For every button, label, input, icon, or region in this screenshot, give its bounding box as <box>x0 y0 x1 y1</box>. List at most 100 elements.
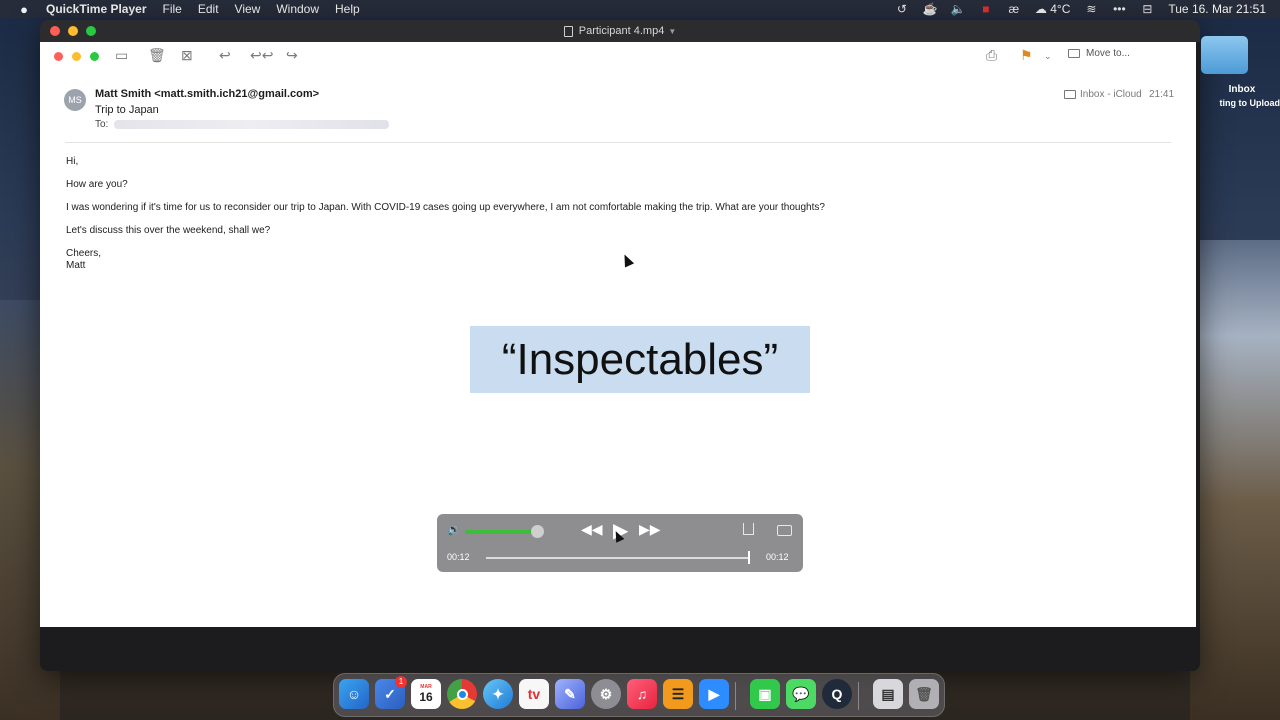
volume-icon[interactable]: 🔉 <box>447 523 461 536</box>
menu-help[interactable]: Help <box>335 2 360 16</box>
quicktime-window: Participant 4.mp4 ▼ ▭ 🗑 ⊠ ↩ ↩↩ ↪ ⎙ ⚑ ⌄ M… <box>40 20 1200 671</box>
calendar-day: 16 <box>419 690 433 704</box>
rewind-icon[interactable]: ◀◀ <box>581 521 603 538</box>
wifi-icon[interactable]: ≋ <box>1084 2 1098 16</box>
menu-bar-status-items: ↺ ☕ 🔈 ■ æ ☁ 4°C ≋ ••• ⊟ Tue 16. Mar 21:5… <box>895 0 1266 18</box>
document-icon <box>563 25 573 37</box>
email-signature: Matt <box>66 260 86 271</box>
trash-icon: 🗑 <box>148 47 166 63</box>
move-to-button: Move to... <box>1068 48 1130 59</box>
keyboard-input-icon[interactable]: æ <box>1007 2 1021 16</box>
volume-slider-knob[interactable] <box>530 525 544 538</box>
control-center-icon[interactable]: ⊟ <box>1140 2 1154 16</box>
trash-icon[interactable]: 🗑 <box>909 679 939 709</box>
facetime-icon[interactable]: ▣ <box>750 679 780 709</box>
mail-close-dot <box>54 52 63 61</box>
move-to-label: Move to... <box>1086 48 1130 59</box>
volume-icon[interactable]: 🔈 <box>951 2 966 16</box>
junk-icon: ⊠ <box>181 47 193 63</box>
mail-minimize-dot <box>72 52 81 61</box>
mailbox-label: Inbox - iCloud <box>1080 89 1142 100</box>
mail-window-controls <box>54 52 99 61</box>
video-frame[interactable]: ▭ 🗑 ⊠ ↩ ↩↩ ↪ ⎙ ⚑ ⌄ Move to... MS Matt Sm… <box>40 42 1196 627</box>
share-icon[interactable] <box>743 523 754 535</box>
desktop-folder-label[interactable]: Inbox <box>1204 84 1280 95</box>
email-signoff: Cheers, <box>66 248 102 259</box>
desktop-wallpaper-right <box>1190 240 1280 720</box>
feather-icon[interactable]: ✎ <box>555 679 585 709</box>
avatar: MS <box>64 89 86 111</box>
mailbox-indicator: Inbox - iCloud <box>1064 89 1142 100</box>
dock: ☺ ✓ 1 MAR 16 ✦ tv ✎ ⚙ ♫ ☰ ▶ ▣ 💬 Q ▤ 🗑 <box>333 673 945 717</box>
folder-icon <box>1068 49 1080 58</box>
close-button[interactable] <box>50 26 60 36</box>
apple-icon[interactable]: ● <box>16 2 32 17</box>
desktop-folder-icon[interactable] <box>1201 36 1248 74</box>
flag-icon: ⚑ <box>1020 47 1033 63</box>
reply-icon: ↩ <box>219 47 231 63</box>
quicktime-icon[interactable]: Q <box>822 679 852 709</box>
playback-controls: 🔉 ◀◀ ▶ ▶▶ 00:12 00:12 <box>437 514 803 572</box>
more-icon[interactable]: ••• <box>1112 2 1126 16</box>
outline-app-icon[interactable]: ☰ <box>663 679 693 709</box>
archive-icon: ▭ <box>115 47 129 63</box>
window-title: Participant 4.mp4 <box>578 25 665 37</box>
mailbox-folder-icon <box>1064 90 1076 99</box>
zoom-button[interactable] <box>86 26 96 36</box>
header-divider <box>65 142 1171 143</box>
chevron-down-icon[interactable]: ▼ <box>668 27 676 36</box>
reply-all-icon: ↩↩ <box>250 47 274 63</box>
menu-app-name[interactable]: QuickTime Player <box>46 2 147 16</box>
window-titlebar[interactable]: Participant 4.mp4 ▼ <box>40 20 1200 42</box>
chrome-center-icon <box>456 688 468 700</box>
video-caption: “Inspectables” <box>470 326 810 393</box>
weather-temp: 4°C <box>1050 2 1071 16</box>
coffee-cup-icon[interactable]: ☕ <box>923 2 938 16</box>
volume-slider-track[interactable] <box>465 530 537 534</box>
chrome-icon[interactable] <box>447 679 477 709</box>
print-icon: ⎙ <box>986 47 998 63</box>
email-subject: Trip to Japan <box>95 104 159 116</box>
finder-icon[interactable]: ☺ <box>339 679 369 709</box>
mouse-pointer-icon <box>619 252 635 268</box>
menu-file[interactable]: File <box>163 2 182 16</box>
menu-clock[interactable]: Tue 16. Mar 21:51 <box>1168 2 1266 16</box>
minimize-button[interactable] <box>68 26 78 36</box>
timeline-scrubber[interactable] <box>486 557 750 559</box>
calendar-icon[interactable]: MAR 16 <box>411 679 441 709</box>
menu-window[interactable]: Window <box>276 2 319 16</box>
music-icon[interactable]: ♫ <box>627 679 657 709</box>
menu-bar: ● QuickTime Player File Edit View Window… <box>0 0 1280 18</box>
duration: 00:12 <box>766 552 789 562</box>
fast-forward-icon[interactable]: ▶▶ <box>639 521 661 538</box>
dock-separator <box>858 682 859 710</box>
tv-icon[interactable]: tv <box>519 679 549 709</box>
safari-icon[interactable]: ✦ <box>483 679 513 709</box>
window-bottom-letterbox <box>40 627 1200 671</box>
desktop-folder-sublabel: ting to Upload <box>1219 98 1280 108</box>
menu-view[interactable]: View <box>235 2 261 16</box>
email-line-2: I was wondering if it's time for us to r… <box>66 202 825 213</box>
to-label: To: <box>95 119 109 130</box>
picture-in-picture-icon[interactable] <box>777 525 792 536</box>
zoom-icon[interactable]: ▶ <box>699 679 729 709</box>
reminders-badge: 1 <box>395 676 407 688</box>
playhead[interactable] <box>748 551 750 564</box>
current-time: 00:12 <box>447 552 470 562</box>
menu-edit[interactable]: Edit <box>198 2 219 16</box>
email-sender: Matt Smith <matt.smith.ich21@gmail.com> <box>95 88 320 100</box>
time-machine-icon[interactable]: ↺ <box>895 2 909 16</box>
email-line-1: How are you? <box>66 179 128 190</box>
forward-icon: ↪ <box>286 47 298 63</box>
mail-toolbar: ▭ 🗑 ⊠ ↩ ↩↩ ↪ ⎙ ⚑ ⌄ Move to... <box>40 42 1196 72</box>
recording-icon[interactable]: ■ <box>979 2 993 16</box>
system-preferences-icon[interactable]: ⚙ <box>591 679 621 709</box>
email-line-3: Let's discuss this over the weekend, sha… <box>66 225 271 236</box>
messages-icon[interactable]: 💬 <box>786 679 816 709</box>
weather-widget[interactable]: ☁ 4°C <box>1035 2 1070 16</box>
dock-separator <box>735 682 736 710</box>
email-recipients: To: <box>95 119 390 130</box>
email-time: 21:41 <box>1149 89 1175 100</box>
redacted-recipients <box>114 120 390 129</box>
preview-icon[interactable]: ▤ <box>873 679 903 709</box>
